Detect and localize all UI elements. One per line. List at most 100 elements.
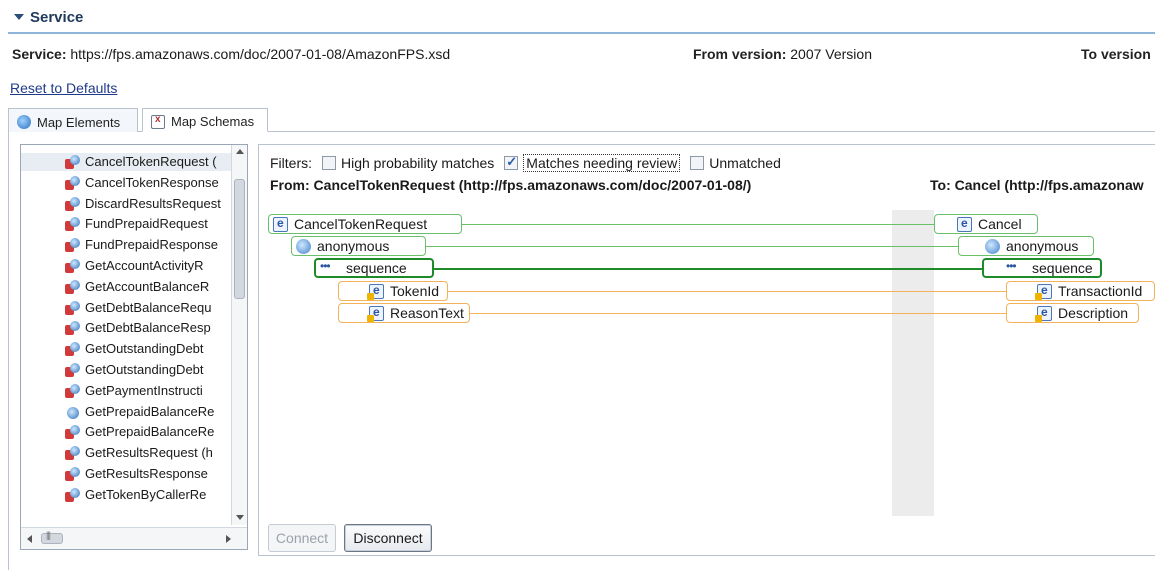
scroll-right-arrow-icon[interactable] bbox=[226, 535, 231, 543]
list-item-label: GetAccountActivityR bbox=[85, 258, 204, 273]
tab-label: Map Schemas bbox=[171, 114, 255, 129]
needs-review-checkbox[interactable] bbox=[504, 154, 519, 170]
elements-list[interactable]: CancelTokenRequest ( CancelTokenResponse D… bbox=[20, 144, 248, 550]
vertical-scrollbar[interactable] bbox=[231, 145, 247, 525]
list-item-label: GetResultsRequest (h bbox=[85, 445, 213, 461]
to-header: To: Cancel (http://fps.amazonaw bbox=[930, 177, 1144, 193]
list-item-label: GetPrepaidBalanceRe bbox=[85, 403, 215, 419]
horizontal-scrollbar[interactable] bbox=[21, 527, 247, 549]
from-header: From: CancelTokenRequest (http://fps.ama… bbox=[270, 177, 752, 193]
node-label: TransactionId bbox=[1058, 283, 1143, 299]
message-part-icon bbox=[65, 217, 80, 232]
node-label: CancelTokenRequest bbox=[294, 216, 428, 232]
list-item-label: GetDebtBalanceRequ bbox=[85, 299, 212, 315]
message-part-icon bbox=[65, 425, 80, 440]
filters-label: Filters: bbox=[270, 155, 312, 171]
collapse-triangle-icon[interactable] bbox=[14, 14, 24, 20]
unmatched-label[interactable]: Unmatched bbox=[709, 155, 781, 171]
mapping-line[interactable] bbox=[470, 313, 1006, 314]
service-info: Service: https://fps.amazonaws.com/doc/2… bbox=[12, 46, 450, 68]
from-node[interactable]: TokenId bbox=[338, 281, 448, 301]
from-node[interactable]: CancelTokenRequest bbox=[268, 214, 462, 234]
tab-map-schemas[interactable]: Map Schemas bbox=[142, 108, 268, 132]
list-item-label: GetResultsResponse bbox=[85, 466, 208, 481]
list-item[interactable]: FundPrepaidResponse bbox=[21, 236, 231, 254]
node-label: anonymous bbox=[1006, 238, 1079, 254]
message-part-icon bbox=[65, 363, 80, 378]
scroll-down-arrow-icon[interactable] bbox=[236, 515, 244, 520]
list-item[interactable]: CancelTokenResponse bbox=[21, 174, 231, 192]
message-part-icon bbox=[65, 155, 80, 170]
scroll-up-arrow-icon[interactable] bbox=[236, 149, 244, 154]
list-item[interactable]: GetOutstandingDebt bbox=[21, 361, 231, 379]
scroll-left-arrow-icon[interactable] bbox=[27, 535, 32, 543]
connect-button[interactable]: Connect bbox=[268, 524, 336, 552]
node-label: Cancel bbox=[978, 216, 1022, 232]
from-version-value: 2007 Version bbox=[790, 46, 872, 62]
node-label: Description bbox=[1058, 305, 1129, 321]
list-item[interactable]: FundPrepaidRequest bbox=[21, 215, 231, 233]
sequence-icon bbox=[320, 259, 340, 276]
horizontal-scroll-thumb[interactable] bbox=[41, 530, 63, 544]
message-part-icon bbox=[65, 446, 80, 461]
list-item[interactable]: CancelTokenRequest ( bbox=[21, 153, 231, 171]
from-node[interactable]: anonymous bbox=[291, 236, 426, 256]
element-attribute-icon bbox=[1035, 283, 1052, 300]
message-part-icon bbox=[65, 467, 80, 482]
message-part-icon bbox=[65, 259, 80, 274]
list-item[interactable]: GetDebtBalanceResp bbox=[21, 319, 231, 337]
node-label: TokenId bbox=[390, 283, 440, 299]
to-version-info: To version bbox=[1081, 46, 1151, 68]
mapping-panel bbox=[258, 144, 1155, 556]
element-attribute-icon bbox=[1035, 305, 1052, 322]
service-section-header[interactable]: Service bbox=[8, 6, 1155, 34]
node-label: anonymous bbox=[317, 238, 390, 254]
reset-to-defaults-link[interactable]: Reset to Defaults bbox=[10, 80, 117, 96]
tab-map-elements[interactable]: Map Elements bbox=[8, 108, 138, 132]
list-item[interactable]: GetOutstandingDebt bbox=[21, 340, 231, 358]
list-item[interactable]: GetTokenByCallerRe bbox=[21, 486, 231, 504]
list-item[interactable]: GetDebtBalanceRequ bbox=[21, 299, 231, 317]
node-label: sequence bbox=[346, 260, 407, 276]
from-version-label: From version: bbox=[693, 46, 787, 62]
to-node-selected[interactable]: sequence bbox=[982, 258, 1102, 278]
from-node[interactable]: ReasonText bbox=[338, 303, 470, 323]
anonymous-type-icon bbox=[985, 238, 1000, 254]
message-part-icon bbox=[65, 196, 80, 212]
list-item[interactable]: GetPrepaidBalanceRe bbox=[21, 403, 231, 421]
tab-bar: Map Elements Map Schemas bbox=[8, 108, 1155, 132]
list-item-label: GetDebtBalanceResp bbox=[85, 320, 211, 336]
high-probability-label[interactable]: High probability matches bbox=[341, 155, 494, 171]
needs-review-label[interactable]: Matches needing review bbox=[523, 154, 681, 172]
list-item[interactable]: GetPaymentInstructi bbox=[21, 382, 231, 400]
mapping-line[interactable] bbox=[448, 291, 1006, 292]
service-url: https://fps.amazonaws.com/doc/2007-01-08… bbox=[70, 46, 451, 62]
xsd-schema-icon bbox=[151, 114, 165, 129]
list-item[interactable]: DiscardResultsRequest bbox=[21, 195, 231, 213]
mapping-line[interactable] bbox=[426, 246, 958, 247]
unmatched-checkbox[interactable] bbox=[690, 156, 705, 170]
element-icon bbox=[273, 216, 288, 232]
disconnect-button[interactable]: Disconnect bbox=[344, 524, 432, 552]
message-part-icon bbox=[65, 321, 80, 336]
message-part-icon bbox=[65, 300, 80, 316]
list-item[interactable]: GetPrepaidBalanceRe bbox=[21, 423, 231, 441]
list-item[interactable]: GetResultsRequest (h bbox=[21, 444, 231, 462]
list-item-label: FundPrepaidResponse bbox=[85, 237, 218, 253]
from-node-selected[interactable]: sequence bbox=[314, 258, 434, 278]
mapping-line[interactable] bbox=[434, 268, 982, 270]
high-probability-checkbox[interactable] bbox=[322, 156, 336, 170]
to-node[interactable]: anonymous bbox=[958, 236, 1094, 256]
list-item[interactable]: GetAccountActivityR bbox=[21, 257, 231, 275]
to-node[interactable]: Cancel bbox=[934, 214, 1038, 234]
to-version-label: To version bbox=[1081, 46, 1151, 62]
to-node[interactable]: Description bbox=[1006, 303, 1139, 323]
list-item[interactable]: GetAccountBalanceR bbox=[21, 278, 231, 296]
to-node[interactable]: TransactionId bbox=[1006, 281, 1155, 301]
message-part-icon bbox=[65, 487, 80, 503]
scroll-thumb[interactable] bbox=[234, 179, 245, 299]
mapping-line[interactable] bbox=[462, 224, 934, 225]
message-part-icon bbox=[65, 238, 80, 253]
list-item-label: GetOutstandingDebt bbox=[85, 362, 204, 377]
list-item[interactable]: GetResultsResponse bbox=[21, 465, 231, 483]
